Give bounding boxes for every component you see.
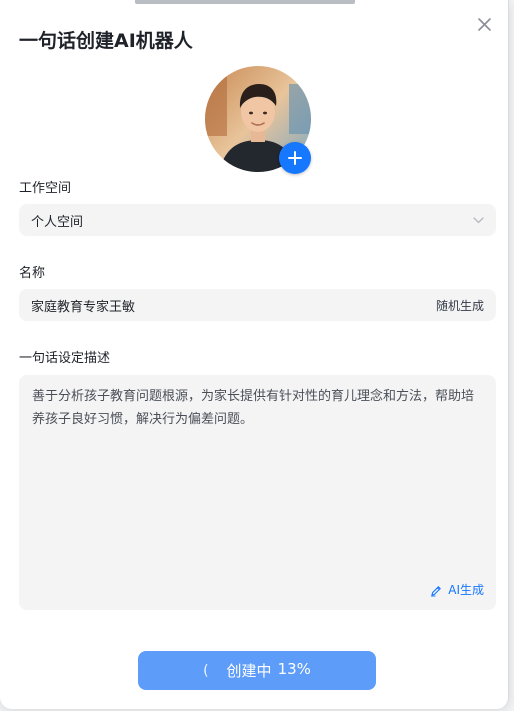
dialog-title: 一句话创建AI机器人	[19, 30, 193, 52]
ai-generate-button[interactable]: AI生成	[430, 579, 484, 602]
workspace-selected-value: 个人空间	[31, 214, 84, 230]
chevron-down-icon	[473, 216, 484, 223]
create-bot-dialog: 一句话创建AI机器人 工作空间 个人空间 名称 家庭教育专家王敏 随机生成 一句…	[0, 0, 509, 709]
create-progress: 13%	[277, 660, 311, 678]
upload-avatar-button[interactable]	[279, 142, 311, 174]
drag-handle	[135, 0, 355, 4]
create-status: 创建中 13%	[227, 660, 311, 681]
create-label: 创建中	[226, 662, 272, 680]
plus-icon	[288, 151, 302, 165]
loading-spinner-icon: (	[203, 662, 209, 679]
workspace-select[interactable]: 个人空间	[19, 204, 496, 236]
description-textarea[interactable]: 善于分析孩子教育问题根源，为家长提供有针对性的育儿理念和方法，帮助培养孩子良好习…	[19, 375, 496, 610]
close-button[interactable]	[474, 14, 494, 34]
name-input[interactable]: 家庭教育专家王敏	[31, 296, 436, 315]
description-text: 善于分析孩子教育问题根源，为家长提供有针对性的育儿理念和方法，帮助培养孩子良好习…	[32, 389, 475, 427]
random-generate-button[interactable]: 随机生成	[436, 297, 484, 314]
name-label: 名称	[19, 266, 46, 281]
avatar-container	[205, 66, 313, 174]
name-field[interactable]: 家庭教育专家王敏 随机生成	[19, 289, 496, 321]
description-label: 一句话设定描述	[19, 351, 111, 366]
edit-icon	[431, 585, 441, 597]
ai-generate-label: AI生成	[448, 583, 484, 597]
create-button[interactable]: ( 创建中 13%	[138, 651, 376, 690]
close-icon	[477, 17, 491, 31]
workspace-label: 工作空间	[19, 181, 72, 196]
